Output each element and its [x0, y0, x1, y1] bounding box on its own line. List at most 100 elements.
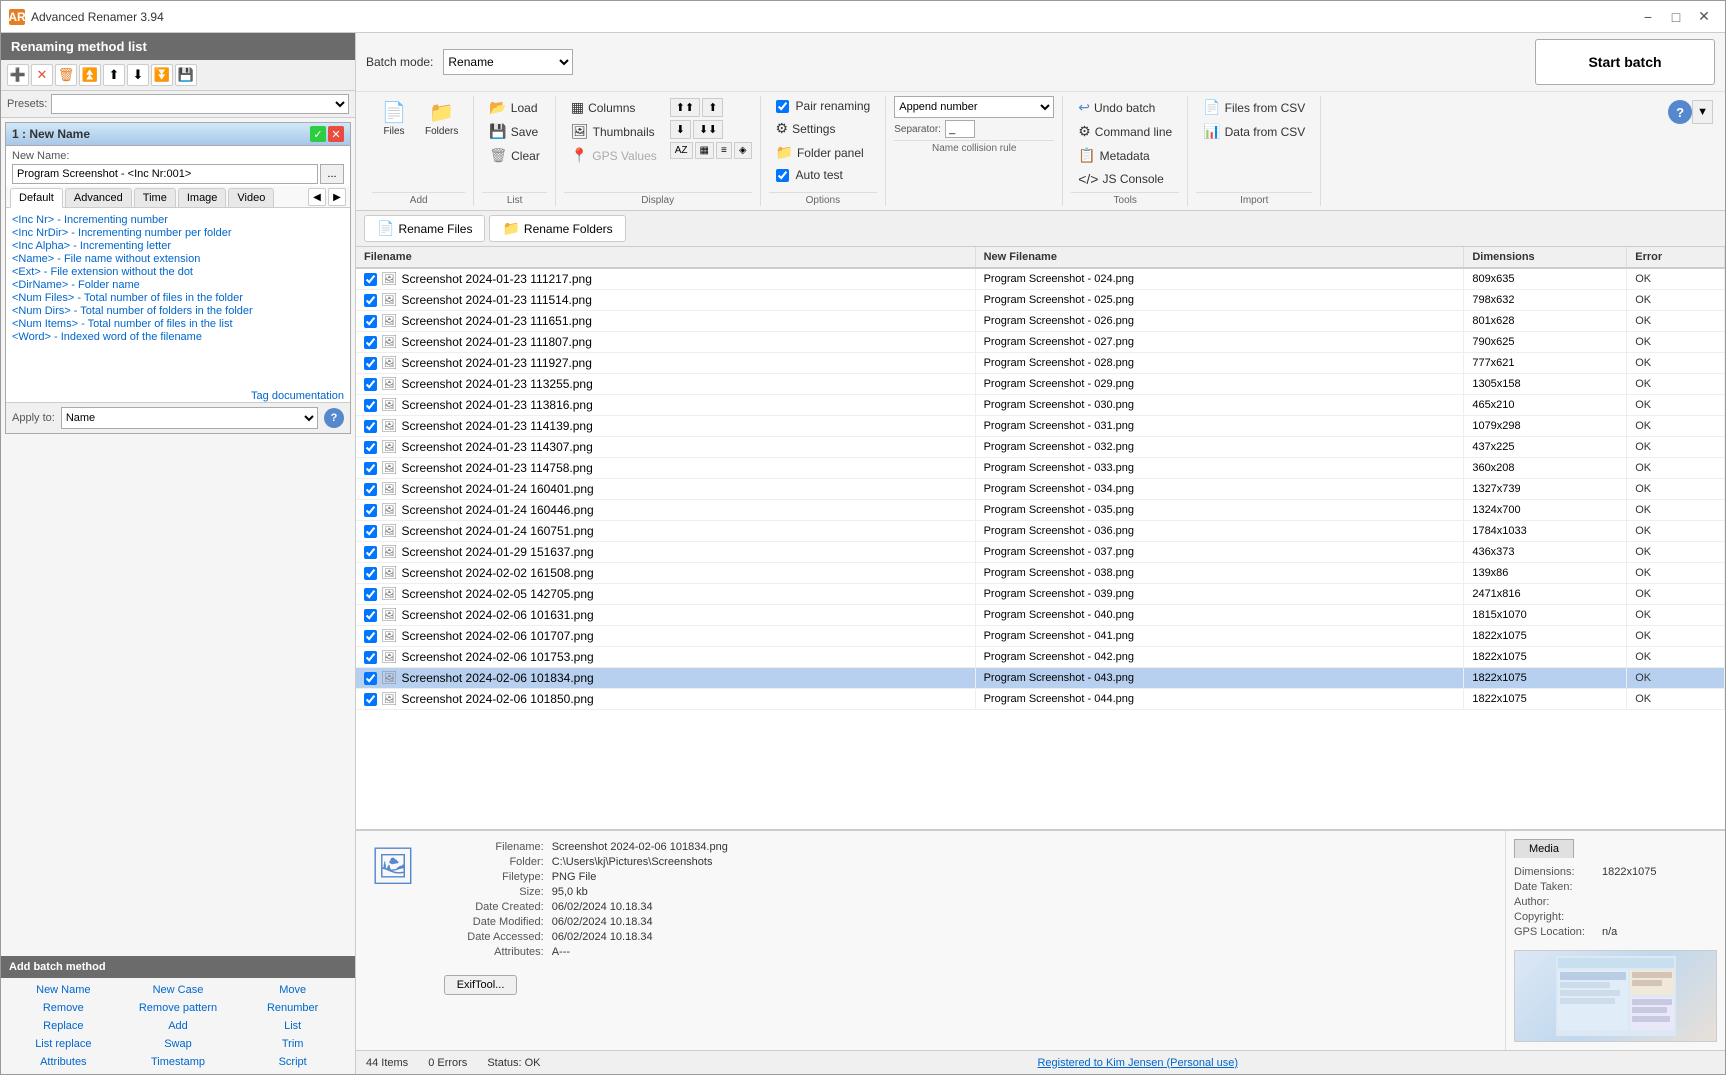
row-checkbox[interactable]	[364, 483, 377, 496]
apply-to-select[interactable]: Name Extension Name and Extension	[61, 407, 318, 429]
undo-batch-button[interactable]: ↩ Undo batch	[1071, 96, 1179, 119]
row-checkbox[interactable]	[364, 504, 377, 517]
sort-grid-button[interactable]: ▦	[695, 142, 714, 159]
command-line-button[interactable]: ⚙ Command line	[1071, 120, 1179, 143]
start-batch-button[interactable]: Start batch	[1535, 39, 1715, 85]
name-collision-select[interactable]: Append number	[894, 96, 1054, 118]
auto-test-button[interactable]: Auto test	[769, 165, 878, 185]
folder-panel-button[interactable]: 📁 Folder panel	[769, 141, 878, 164]
row-checkbox[interactable]	[364, 294, 377, 307]
maximize-button[interactable]: □	[1663, 6, 1689, 28]
sort-down-down-button[interactable]: ⬇⬇	[693, 120, 723, 139]
row-checkbox[interactable]	[364, 399, 377, 412]
name-input-more-button[interactable]: ...	[320, 164, 344, 184]
auto-test-checkbox[interactable]	[776, 169, 789, 182]
js-console-button[interactable]: </> JS Console	[1071, 168, 1179, 190]
row-checkbox[interactable]	[364, 315, 377, 328]
tag-inc-alpha[interactable]: <Inc Alpha> - Incrementing letter	[12, 240, 344, 252]
table-row[interactable]: 🖼 Screenshot 2024-02-06 101753.png Progr…	[356, 647, 1725, 668]
tab-time[interactable]: Time	[134, 188, 176, 207]
gps-values-button[interactable]: 📍 GPS Values	[564, 144, 664, 167]
method-enable-button[interactable]: ✓	[310, 126, 326, 142]
batch-mode-select[interactable]: Rename Copy Move	[443, 49, 573, 75]
move-bottom-button[interactable]: ⏬	[151, 64, 173, 86]
tab-video[interactable]: Video	[228, 188, 274, 207]
row-checkbox[interactable]	[364, 588, 377, 601]
tabs-next-button[interactable]: ▶	[328, 188, 346, 206]
delete-method-button[interactable]: 🗑	[55, 64, 77, 86]
row-checkbox[interactable]	[364, 630, 377, 643]
rename-folders-tab[interactable]: 📁 Rename Folders	[489, 215, 625, 242]
rename-files-tab[interactable]: 📄 Rename Files	[364, 215, 485, 242]
thumbnails-button[interactable]: 🖼 Thumbnails	[564, 120, 664, 143]
sort-down-button[interactable]: ⬇	[670, 120, 691, 139]
batch-timestamp[interactable]: Timestamp	[122, 1054, 235, 1070]
row-checkbox[interactable]	[364, 441, 377, 454]
tag-word[interactable]: <Word> - Indexed word of the filename	[12, 331, 344, 343]
batch-replace[interactable]: Replace	[7, 1018, 120, 1034]
add-method-button[interactable]: ➕	[7, 64, 29, 86]
table-row[interactable]: 🖼 Screenshot 2024-01-23 111217.png Progr…	[356, 268, 1725, 290]
table-row[interactable]: 🖼 Screenshot 2024-02-02 161508.png Progr…	[356, 563, 1725, 584]
tab-default[interactable]: Default	[10, 188, 63, 208]
batch-list-replace[interactable]: List replace	[7, 1036, 120, 1052]
media-tab[interactable]: Media	[1514, 839, 1574, 858]
sort-alt-button[interactable]: ◈	[734, 142, 752, 159]
tag-inc-nrdir[interactable]: <Inc NrDir> - Incrementing number per fo…	[12, 227, 344, 239]
tabs-prev-button[interactable]: ◀	[308, 188, 326, 206]
table-row[interactable]: 🖼 Screenshot 2024-01-24 160446.png Progr…	[356, 500, 1725, 521]
tag-name[interactable]: <Name> - File name without extension	[12, 253, 344, 265]
sort-up-up-button[interactable]: ⬆⬆	[670, 98, 700, 117]
registered-link[interactable]: Registered to Kim Jensen (Personal use)	[561, 1057, 1715, 1069]
table-row[interactable]: 🖼 Screenshot 2024-01-23 111927.png Progr…	[356, 353, 1725, 374]
exiftool-button[interactable]: ExifTool...	[444, 975, 518, 995]
load-button[interactable]: 📂 Load	[482, 96, 546, 119]
table-row[interactable]: 🖼 Screenshot 2024-01-29 151637.png Progr…	[356, 542, 1725, 563]
tag-ext[interactable]: <Ext> - File extension without the dot	[12, 266, 344, 278]
batch-swap[interactable]: Swap	[122, 1036, 235, 1052]
presets-select[interactable]	[51, 94, 349, 114]
row-checkbox[interactable]	[364, 546, 377, 559]
row-checkbox[interactable]	[364, 693, 377, 706]
table-row[interactable]: 🖼 Screenshot 2024-01-23 114758.png Progr…	[356, 458, 1725, 479]
sort-az-button[interactable]: AZ	[670, 142, 693, 159]
row-checkbox[interactable]	[364, 672, 377, 685]
sort-list-button[interactable]: ≡	[716, 142, 732, 159]
data-from-csv-button[interactable]: 📊 Data from CSV	[1196, 120, 1312, 143]
row-checkbox[interactable]	[364, 567, 377, 580]
table-row[interactable]: 🖼 Screenshot 2024-01-23 111514.png Progr…	[356, 290, 1725, 311]
table-row[interactable]: 🖼 Screenshot 2024-02-06 101834.png Progr…	[356, 668, 1725, 689]
batch-new-case[interactable]: New Case	[122, 982, 235, 998]
table-row[interactable]: 🖼 Screenshot 2024-01-23 111651.png Progr…	[356, 311, 1725, 332]
table-row[interactable]: 🖼 Screenshot 2024-01-23 111807.png Progr…	[356, 332, 1725, 353]
columns-button[interactable]: ▦ Columns	[564, 96, 664, 119]
row-checkbox[interactable]	[364, 378, 377, 391]
move-up-button[interactable]: ⬆	[103, 64, 125, 86]
apply-help-button[interactable]: ?	[324, 408, 344, 428]
row-checkbox[interactable]	[364, 462, 377, 475]
tag-num-items[interactable]: <Num Items> - Total number of files in t…	[12, 318, 344, 330]
batch-remove-pattern[interactable]: Remove pattern	[122, 1000, 235, 1016]
separator-input[interactable]	[945, 120, 975, 138]
minimize-button[interactable]: −	[1635, 6, 1661, 28]
batch-add[interactable]: Add	[122, 1018, 235, 1034]
pair-renaming-checkbox[interactable]	[776, 100, 789, 113]
file-table-container[interactable]: Filename New Filename Dimensions Error 🖼…	[356, 247, 1725, 830]
tag-inc-nr[interactable]: <Inc Nr> - Incrementing number	[12, 214, 344, 226]
sort-up-button[interactable]: ⬆	[702, 98, 723, 117]
batch-renumber[interactable]: Renumber	[236, 1000, 349, 1016]
method-disable-button[interactable]: ✕	[328, 126, 344, 142]
row-checkbox[interactable]	[364, 651, 377, 664]
row-checkbox[interactable]	[364, 273, 377, 286]
clear-button[interactable]: 🗑 Clear	[482, 144, 546, 167]
table-row[interactable]: 🖼 Screenshot 2024-01-23 114307.png Progr…	[356, 437, 1725, 458]
metadata-button[interactable]: 📋 Metadata	[1071, 144, 1179, 167]
table-row[interactable]: 🖼 Screenshot 2024-02-06 101631.png Progr…	[356, 605, 1725, 626]
batch-trim[interactable]: Trim	[236, 1036, 349, 1052]
tag-num-files[interactable]: <Num Files> - Total number of files in t…	[12, 292, 344, 304]
table-row[interactable]: 🖼 Screenshot 2024-01-24 160401.png Progr…	[356, 479, 1725, 500]
table-row[interactable]: 🖼 Screenshot 2024-01-23 113816.png Progr…	[356, 395, 1725, 416]
table-row[interactable]: 🖼 Screenshot 2024-01-23 113255.png Progr…	[356, 374, 1725, 395]
tag-num-dirs[interactable]: <Num Dirs> - Total number of folders in …	[12, 305, 344, 317]
batch-new-name[interactable]: New Name	[7, 982, 120, 998]
